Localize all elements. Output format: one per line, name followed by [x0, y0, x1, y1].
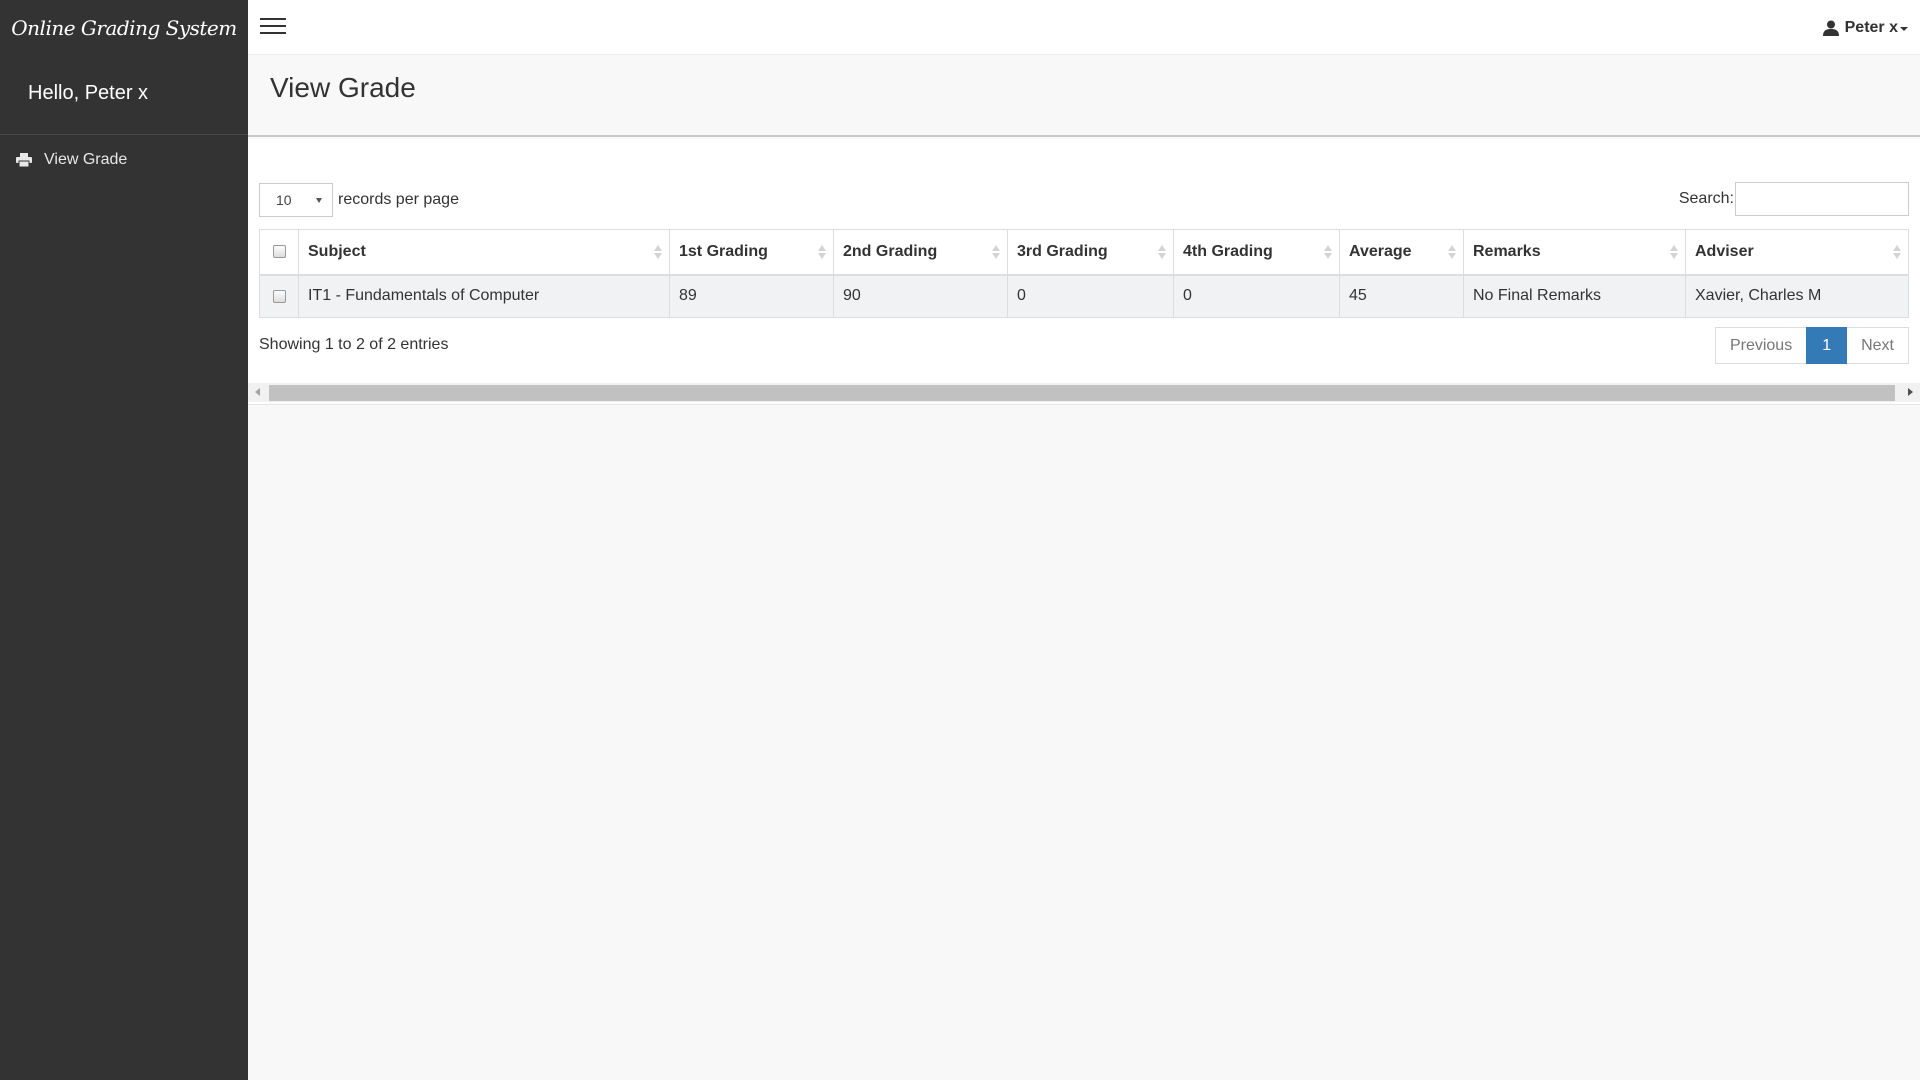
- records-per-page-select[interactable]: 10: [259, 183, 333, 217]
- hamburger-icon[interactable]: [260, 18, 286, 36]
- next-page-button[interactable]: Next: [1847, 327, 1909, 364]
- sidebar-item-label: View Grade: [44, 151, 128, 168]
- column-label: 2nd Grading: [843, 242, 938, 260]
- chevron-down-icon: [1900, 26, 1908, 31]
- cell-average: 45: [1339, 274, 1464, 318]
- column-label: 4th Grading: [1183, 242, 1273, 260]
- records-per-page-label: records per page: [338, 191, 459, 208]
- sort-icon: [1158, 245, 1166, 261]
- page-title: View Grade: [270, 72, 416, 103]
- column-header-1st-grading[interactable]: 1st Grading: [669, 229, 834, 276]
- select-all-checkbox[interactable]: [272, 245, 286, 259]
- cell-2nd-grading: 90: [833, 274, 1008, 318]
- records-per-page: 10 records per page: [259, 183, 459, 217]
- records-per-page-value: 10: [276, 192, 292, 208]
- scrollbar-thumb[interactable]: [269, 385, 1895, 401]
- row-checkbox[interactable]: [272, 289, 286, 303]
- sort-icon: [1324, 245, 1332, 261]
- column-label: 3rd Grading: [1017, 242, 1108, 260]
- column-header-subject[interactable]: Subject: [298, 229, 670, 276]
- grades-panel: 10 records per page Search: Subject 1st …: [248, 139, 1920, 405]
- top-navbar: Peter x: [248, 0, 1920, 55]
- column-header-2nd-grading[interactable]: 2nd Grading: [833, 229, 1008, 276]
- dropdown-arrow-icon: [316, 198, 322, 203]
- column-label: Remarks: [1473, 242, 1541, 260]
- sort-icon: [1893, 245, 1901, 261]
- sort-icon: [818, 245, 826, 261]
- sort-icon: [1670, 245, 1678, 261]
- cell-adviser: Xavier, Charles M: [1685, 274, 1909, 318]
- grades-table: Subject 1st Grading 2nd Grading 3rd Grad…: [259, 229, 1909, 318]
- select-all-cell: [259, 229, 299, 276]
- column-label: Average: [1349, 242, 1412, 260]
- row-select-cell: [259, 274, 299, 318]
- pagination: Previous 1 Next: [1714, 327, 1909, 364]
- scroll-left-icon[interactable]: [255, 388, 260, 396]
- sort-icon: [1448, 245, 1456, 261]
- cell-remarks: No Final Remarks: [1463, 274, 1686, 318]
- column-label: Adviser: [1695, 242, 1754, 260]
- user-greeting: Hello, Peter x: [0, 55, 248, 135]
- table-header-row: Subject 1st Grading 2nd Grading 3rd Grad…: [259, 229, 1909, 276]
- table-row: IT1 - Fundamentals of Computer 89 90 0 0…: [259, 274, 1909, 318]
- user-icon: [1822, 20, 1839, 36]
- sidebar-item-view-grade[interactable]: View Grade: [0, 135, 248, 185]
- search-box: Search:: [1679, 182, 1909, 216]
- column-header-remarks[interactable]: Remarks: [1463, 229, 1686, 276]
- print-icon: [16, 153, 32, 167]
- sidebar: Online Grading System Hello, Peter x Vie…: [0, 0, 248, 1080]
- column-header-average[interactable]: Average: [1339, 229, 1464, 276]
- page-1-button[interactable]: 1: [1806, 327, 1848, 364]
- column-header-adviser[interactable]: Adviser: [1685, 229, 1909, 276]
- previous-page-button[interactable]: Previous: [1714, 327, 1807, 364]
- column-header-3rd-grading[interactable]: 3rd Grading: [1007, 229, 1174, 276]
- search-label: Search:: [1678, 190, 1734, 207]
- app-brand: Online Grading System: [11, 15, 237, 40]
- cell-3rd-grading: 0: [1007, 274, 1174, 318]
- search-input[interactable]: [1735, 182, 1909, 216]
- column-header-4th-grading[interactable]: 4th Grading: [1173, 229, 1340, 276]
- user-name: Peter x: [1844, 18, 1898, 36]
- page-header: View Grade: [248, 56, 1920, 137]
- column-label: Subject: [308, 242, 366, 260]
- sort-icon: [992, 245, 1000, 261]
- table-info: Showing 1 to 2 of 2 entries: [259, 336, 449, 353]
- cell-4th-grading: 0: [1173, 274, 1340, 318]
- column-label: 1st Grading: [679, 242, 768, 260]
- cell-1st-grading: 89: [669, 274, 834, 318]
- user-menu-dropdown[interactable]: Peter x: [1822, 0, 1908, 55]
- cell-subject: IT1 - Fundamentals of Computer: [298, 274, 670, 318]
- scroll-right-icon[interactable]: [1908, 388, 1913, 396]
- horizontal-scrollbar[interactable]: [248, 383, 1920, 402]
- sort-icon: [654, 245, 662, 261]
